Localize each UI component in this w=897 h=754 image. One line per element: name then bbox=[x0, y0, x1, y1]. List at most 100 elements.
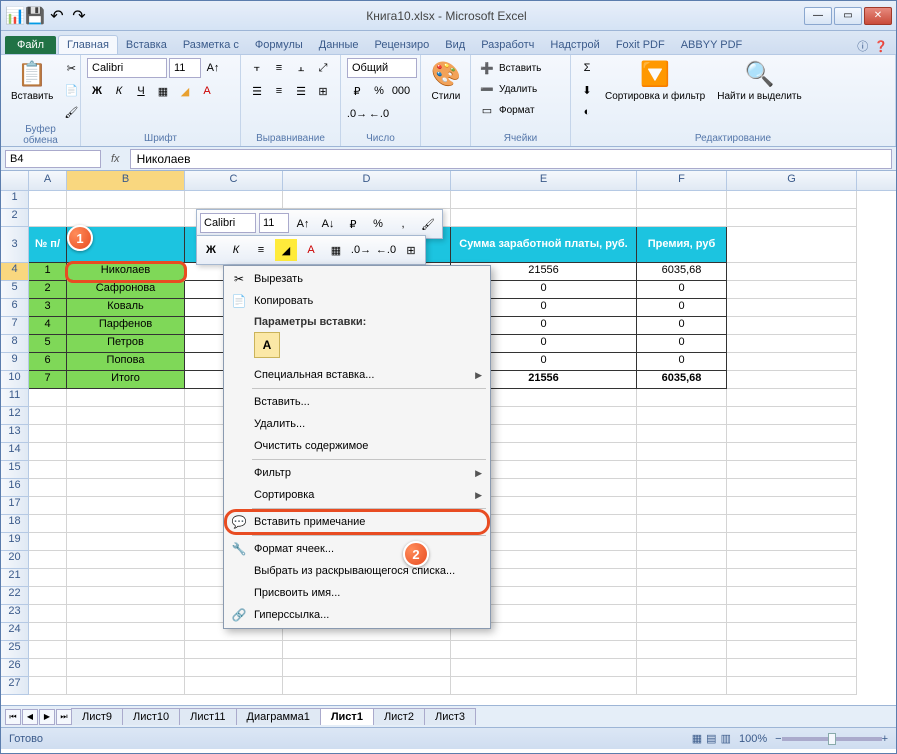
cell[interactable] bbox=[727, 335, 857, 353]
align-right-icon[interactable]: ☰ bbox=[291, 81, 311, 101]
sheet-tab[interactable]: Лист10 bbox=[122, 708, 180, 725]
cell[interactable] bbox=[727, 479, 857, 497]
mini-merge-icon[interactable]: ⊞ bbox=[400, 239, 422, 261]
cell[interactable]: 6 bbox=[29, 353, 67, 371]
number-format-select[interactable] bbox=[347, 58, 417, 78]
cell[interactable] bbox=[637, 443, 727, 461]
cell[interactable] bbox=[637, 209, 727, 227]
col-header[interactable]: C bbox=[185, 171, 283, 190]
row-header[interactable]: 4 bbox=[1, 263, 29, 281]
sheet-tab[interactable]: Лист1 bbox=[320, 708, 374, 725]
mini-font-color-icon[interactable]: A bbox=[300, 239, 322, 261]
cell[interactable] bbox=[283, 191, 451, 209]
mini-format-painter-icon[interactable]: 🖌 bbox=[417, 213, 439, 235]
row-header[interactable]: 8 bbox=[1, 335, 29, 353]
cell[interactable] bbox=[637, 623, 727, 641]
cell[interactable] bbox=[29, 677, 67, 695]
cm-define-name[interactable]: Присвоить имя... bbox=[226, 582, 488, 604]
row-header[interactable]: 18 bbox=[1, 515, 29, 533]
cell[interactable] bbox=[185, 659, 283, 677]
col-header[interactable]: E bbox=[451, 171, 637, 190]
cell[interactable] bbox=[451, 677, 637, 695]
italic-button[interactable]: К bbox=[109, 81, 129, 101]
mini-currency-icon[interactable]: ₽ bbox=[342, 213, 364, 235]
mini-align-icon[interactable]: ≡ bbox=[250, 239, 272, 261]
view-layout-icon[interactable]: ▤ bbox=[706, 732, 716, 745]
cell[interactable]: Николаев bbox=[67, 263, 185, 281]
row-header[interactable]: 15 bbox=[1, 461, 29, 479]
row-header[interactable]: 13 bbox=[1, 425, 29, 443]
orientation-icon[interactable]: ⤢ bbox=[313, 58, 333, 78]
cell[interactable] bbox=[727, 623, 857, 641]
cell[interactable] bbox=[29, 569, 67, 587]
cell[interactable] bbox=[451, 191, 637, 209]
sheet-tab[interactable]: Лист9 bbox=[71, 708, 123, 725]
col-header[interactable]: F bbox=[637, 171, 727, 190]
format-painter-icon[interactable]: 🖌 bbox=[61, 102, 81, 122]
cell[interactable] bbox=[67, 461, 185, 479]
view-normal-icon[interactable]: ▦ bbox=[692, 732, 702, 745]
cell[interactable] bbox=[29, 209, 67, 227]
help-icon[interactable]: ❓ bbox=[874, 40, 888, 53]
percent-icon[interactable]: % bbox=[369, 81, 389, 101]
row-header[interactable]: 20 bbox=[1, 551, 29, 569]
cell[interactable]: 0 bbox=[637, 281, 727, 299]
sheet-tab[interactable]: Лист3 bbox=[424, 708, 476, 725]
cell[interactable] bbox=[29, 425, 67, 443]
cell[interactable] bbox=[727, 389, 857, 407]
col-header[interactable]: G bbox=[727, 171, 857, 190]
cell[interactable] bbox=[637, 191, 727, 209]
file-tab[interactable]: Файл bbox=[5, 36, 56, 54]
align-middle-icon[interactable]: ≡ bbox=[269, 58, 289, 78]
row-header[interactable]: 26 bbox=[1, 659, 29, 677]
cell[interactable] bbox=[637, 551, 727, 569]
cell[interactable]: 7 bbox=[29, 371, 67, 389]
bold-button[interactable]: Ж bbox=[87, 81, 107, 101]
cell[interactable] bbox=[67, 641, 185, 659]
cell[interactable] bbox=[29, 515, 67, 533]
cell[interactable] bbox=[637, 641, 727, 659]
row-header[interactable]: 5 bbox=[1, 281, 29, 299]
cm-hyperlink[interactable]: 🔗Гиперссылка... bbox=[226, 604, 488, 626]
cell[interactable] bbox=[727, 209, 857, 227]
cell[interactable] bbox=[29, 623, 67, 641]
mini-percent-icon[interactable]: % bbox=[367, 213, 389, 235]
autosum-icon[interactable]: Σ bbox=[577, 58, 597, 78]
cell[interactable] bbox=[67, 569, 185, 587]
row-header[interactable]: 6 bbox=[1, 299, 29, 317]
cell[interactable] bbox=[637, 569, 727, 587]
cell[interactable] bbox=[637, 677, 727, 695]
close-button[interactable]: ✕ bbox=[864, 7, 892, 25]
row-header[interactable]: 17 bbox=[1, 497, 29, 515]
col-header[interactable]: D bbox=[283, 171, 451, 190]
row-header[interactable]: 11 bbox=[1, 389, 29, 407]
cell[interactable] bbox=[727, 281, 857, 299]
mini-shrink-font-icon[interactable]: A↓ bbox=[317, 213, 339, 235]
cell[interactable] bbox=[727, 659, 857, 677]
align-bottom-icon[interactable]: ⫠ bbox=[291, 58, 311, 78]
cell[interactable] bbox=[451, 659, 637, 677]
copy-icon[interactable]: 📄 bbox=[61, 80, 81, 100]
select-all-corner[interactable] bbox=[1, 171, 29, 190]
cell[interactable]: 0 bbox=[637, 335, 727, 353]
mini-decimal-inc-icon[interactable]: .0→ bbox=[350, 239, 372, 261]
row-header[interactable]: 27 bbox=[1, 677, 29, 695]
font-size-select[interactable] bbox=[169, 58, 201, 78]
tab-data[interactable]: Данные bbox=[311, 36, 367, 54]
col-header[interactable]: A bbox=[29, 171, 67, 190]
cm-filter[interactable]: Фильтр▶ bbox=[226, 462, 488, 484]
font-name-select[interactable] bbox=[87, 58, 167, 78]
mini-italic-button[interactable]: К bbox=[225, 239, 247, 261]
tab-formulas[interactable]: Формулы bbox=[247, 36, 311, 54]
col-header[interactable]: B bbox=[67, 171, 185, 190]
fill-icon[interactable]: ⬇ bbox=[577, 80, 597, 100]
cell[interactable] bbox=[727, 677, 857, 695]
cell[interactable] bbox=[67, 623, 185, 641]
cell[interactable] bbox=[67, 551, 185, 569]
cell[interactable] bbox=[727, 533, 857, 551]
underline-button[interactable]: Ч bbox=[131, 81, 151, 101]
cell[interactable] bbox=[29, 407, 67, 425]
format-cells-icon[interactable]: ▭ bbox=[477, 100, 497, 120]
cell[interactable]: Парфенов bbox=[67, 317, 185, 335]
fill-color-icon[interactable]: ◢ bbox=[175, 81, 195, 101]
